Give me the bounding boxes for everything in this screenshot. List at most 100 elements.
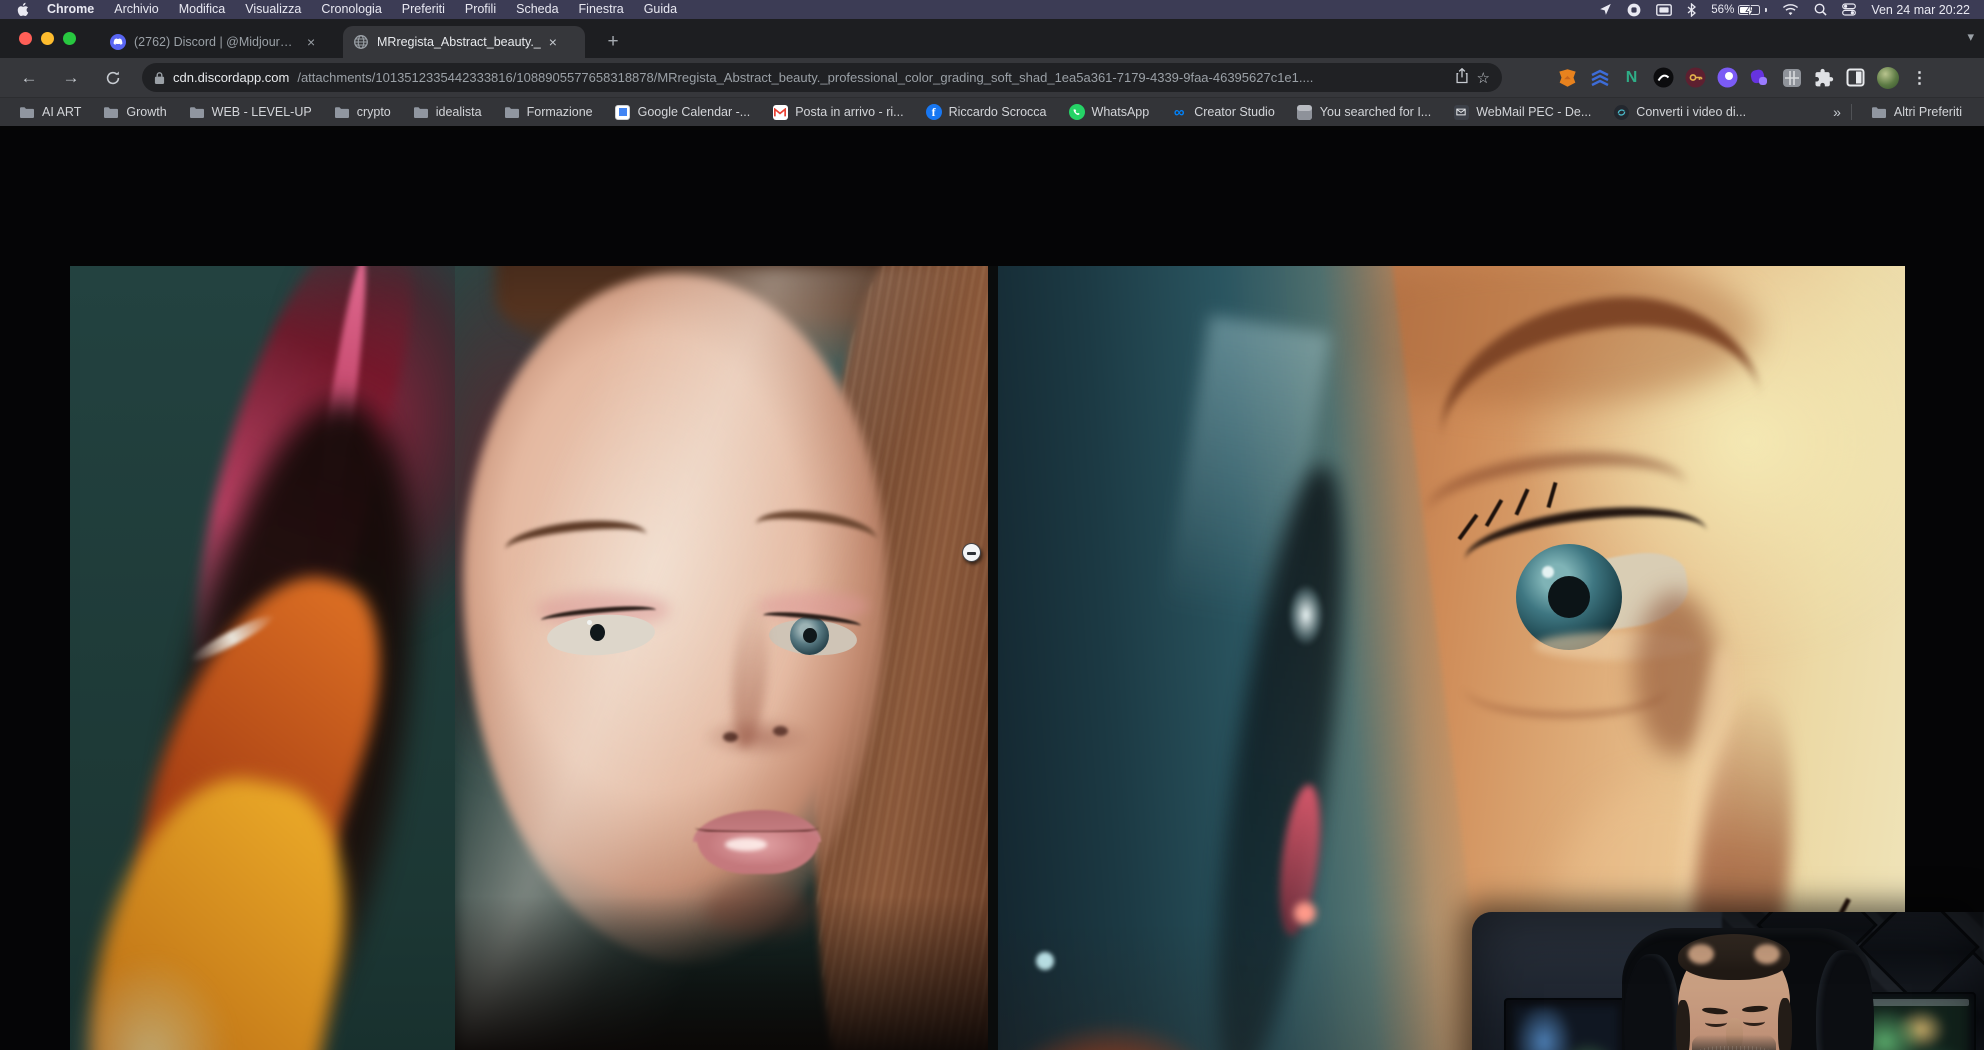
profile-avatar[interactable] xyxy=(1876,66,1899,89)
portrait-bottom-darkness xyxy=(455,896,988,1050)
macos-menu-bar: Chrome Archivio Modifica Visualizza Cron… xyxy=(0,0,1984,19)
tab-close-icon[interactable]: × xyxy=(549,35,557,49)
side-panel-extension-icon[interactable] xyxy=(1844,66,1867,89)
bookmark-label: Converti i video di... xyxy=(1636,105,1746,119)
metamask-extension-icon[interactable] xyxy=(1556,66,1579,89)
battery-icon xyxy=(1738,5,1760,15)
portrait-eye-left-pupil xyxy=(590,624,605,641)
password-key-extension-icon[interactable] xyxy=(1684,66,1707,89)
bookmark-facebook-profile[interactable]: fRiccardo Scrocca xyxy=(917,101,1056,123)
apple-icon xyxy=(16,2,29,17)
bookmark-label: WEB - LEVEL-UP xyxy=(212,105,312,119)
reload-button[interactable] xyxy=(100,65,126,91)
discord-favicon xyxy=(110,34,126,50)
bookmark-label: Google Calendar -... xyxy=(638,105,751,119)
wifi-icon[interactable] xyxy=(1782,3,1799,16)
location-services-icon[interactable] xyxy=(1599,3,1612,16)
battery-percent: 56% xyxy=(1711,4,1734,16)
url-path: /attachments/1013512335442333816/1088905… xyxy=(297,70,1446,85)
back-button[interactable]: ← xyxy=(16,65,42,91)
window-zoom-button[interactable] xyxy=(63,32,76,45)
bookmark-whatsapp[interactable]: WhatsApp xyxy=(1060,101,1159,123)
webcam-vignette xyxy=(1472,912,1984,1050)
menu-chrome[interactable]: Chrome xyxy=(37,0,104,19)
purple-blob-extension-icon[interactable] xyxy=(1748,66,1771,89)
image-gap xyxy=(988,266,998,1050)
menu-cronologia[interactable]: Cronologia xyxy=(311,0,391,19)
zoom-out-cursor-icon xyxy=(962,543,981,562)
bookmark-label: AI ART xyxy=(42,105,81,119)
folder-icon xyxy=(334,104,350,120)
dark-circle-extension-icon[interactable] xyxy=(1652,66,1675,89)
bookmark-crypto[interactable]: crypto xyxy=(325,101,400,123)
bookmark-star-icon[interactable]: ☆ xyxy=(1477,69,1490,87)
bookmark-label: crypto xyxy=(357,105,391,119)
other-bookmarks-button[interactable]: Altri Preferiti xyxy=(1862,101,1962,123)
chrome-menu-icon[interactable]: ⋮ xyxy=(1908,66,1931,89)
globe-favicon xyxy=(353,34,369,50)
bookmark-video-converter[interactable]: Converti i video di... xyxy=(1604,101,1755,123)
extensions-puzzle-icon[interactable] xyxy=(1812,66,1835,89)
window-close-button[interactable] xyxy=(19,32,32,45)
bookmark-formazione[interactable]: Formazione xyxy=(495,101,602,123)
bookmark-label: Posta in arrivo - ri... xyxy=(795,105,903,119)
grid-extension-icon[interactable] xyxy=(1780,66,1803,89)
forward-button[interactable]: → xyxy=(58,65,84,91)
bookmark-label: WhatsApp xyxy=(1092,105,1150,119)
bookmark-label: WebMail PEC - De... xyxy=(1476,105,1591,119)
menu-modifica[interactable]: Modifica xyxy=(169,0,236,19)
tab-close-icon[interactable]: × xyxy=(307,35,315,49)
bookmark-ai-art[interactable]: AI ART xyxy=(10,101,90,123)
bookmark-label: Riccardo Scrocca xyxy=(949,105,1047,119)
spotlight-search-icon[interactable] xyxy=(1814,3,1827,16)
apple-menu[interactable] xyxy=(14,2,37,17)
share-icon[interactable] xyxy=(1455,68,1469,87)
page-content xyxy=(0,126,1984,1050)
screen-mirroring-icon[interactable] xyxy=(1656,4,1672,16)
bluetooth-icon[interactable] xyxy=(1687,3,1696,17)
menu-guida[interactable]: Guida xyxy=(634,0,687,19)
menu-bar-clock[interactable]: Ven 24 mar 20:22 xyxy=(1871,3,1970,17)
bookmarks-bar: AI ART Growth WEB - LEVEL-UP crypto idea… xyxy=(0,97,1984,126)
bookmark-creator-studio[interactable]: ∞Creator Studio xyxy=(1162,101,1284,123)
menu-profili[interactable]: Profili xyxy=(455,0,506,19)
bookmark-you-searched[interactable]: You searched for I... xyxy=(1288,101,1440,123)
divider xyxy=(1851,104,1852,120)
tab-search-chevron-icon[interactable]: ▾ xyxy=(1967,29,1974,45)
address-bar[interactable]: cdn.discordapp.com /attachments/10135123… xyxy=(142,63,1502,92)
menu-finestra[interactable]: Finestra xyxy=(569,0,634,19)
menu-scheda[interactable]: Scheda xyxy=(506,0,568,19)
tab-image-viewer[interactable]: MRregista_Abstract_beauty._ × xyxy=(343,26,585,58)
bookmark-google-calendar[interactable]: Google Calendar -... xyxy=(606,101,760,123)
bookmark-webmail-pec[interactable]: WebMail PEC - De... xyxy=(1444,101,1600,123)
extensions-area: N ⋮ xyxy=(1556,63,1931,92)
bookmark-growth[interactable]: Growth xyxy=(94,101,175,123)
focus-status-icon[interactable] xyxy=(1627,3,1641,17)
purple-circle-extension-icon[interactable] xyxy=(1716,66,1739,89)
tab-title: (2762) Discord | @Midjourney xyxy=(134,35,299,49)
window-minimize-button[interactable] xyxy=(41,32,54,45)
menu-archivio[interactable]: Archivio xyxy=(104,0,168,19)
folder-icon xyxy=(504,104,520,120)
portrait-panel xyxy=(455,266,988,1050)
pec-mail-icon xyxy=(1453,104,1469,120)
tab-title: MRregista_Abstract_beauty._ xyxy=(377,35,541,49)
artwork-left-image xyxy=(70,266,988,1050)
bookmarks-overflow-chevron[interactable]: » xyxy=(1833,104,1841,120)
waves-extension-icon[interactable] xyxy=(1588,66,1611,89)
bookmark-web-level-up[interactable]: WEB - LEVEL-UP xyxy=(180,101,321,123)
bookmark-gmail-inbox[interactable]: Posta in arrivo - ri... xyxy=(763,101,912,123)
battery-indicator[interactable]: 56% xyxy=(1711,4,1767,16)
new-tab-button[interactable]: + xyxy=(600,29,626,55)
control-center-icon[interactable] xyxy=(1842,3,1856,16)
portrait-lip-gloss xyxy=(725,838,767,851)
notion-like-extension-icon[interactable]: N xyxy=(1620,66,1643,89)
bookmark-idealista[interactable]: idealista xyxy=(404,101,491,123)
menu-preferiti[interactable]: Preferiti xyxy=(392,0,455,19)
menu-visualizza[interactable]: Visualizza xyxy=(235,0,311,19)
paint-teal-wisp xyxy=(70,956,230,1050)
converter-icon xyxy=(1613,104,1629,120)
tab-discord[interactable]: (2762) Discord | @Midjourney × xyxy=(100,26,335,58)
folder-icon xyxy=(1871,104,1887,120)
bookmark-label: Growth xyxy=(126,105,166,119)
